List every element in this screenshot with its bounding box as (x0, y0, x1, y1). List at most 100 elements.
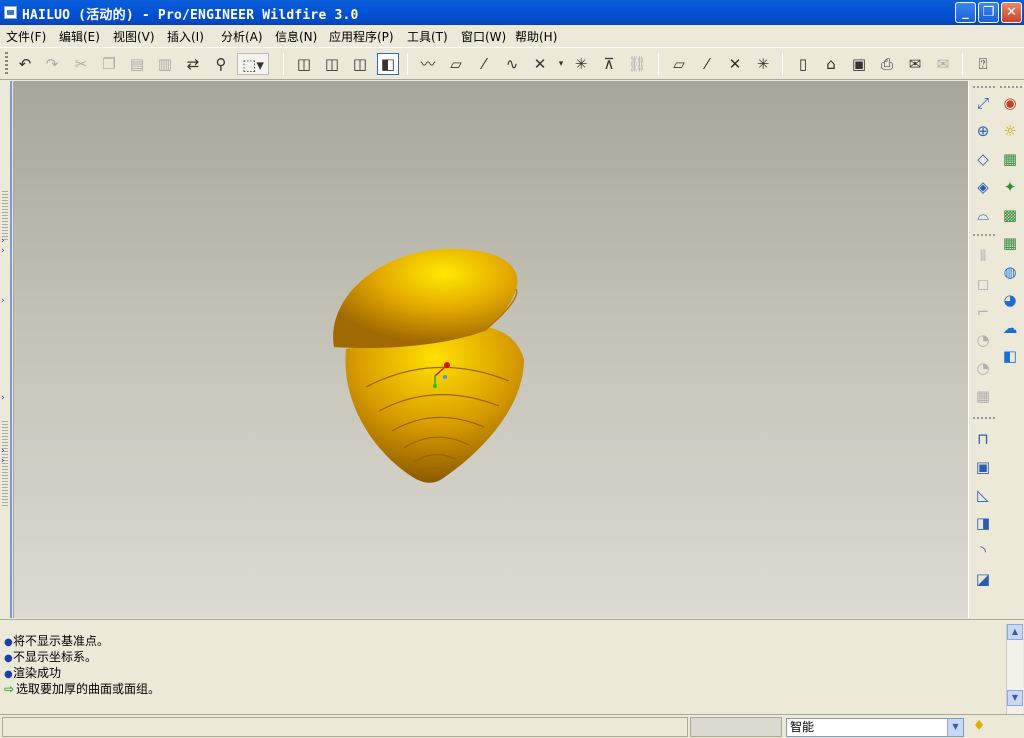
menu-file[interactable]: 文件(F) (6, 28, 46, 45)
open-file-icon[interactable]: ⌂ (820, 53, 842, 75)
wireframe-icon[interactable]: ◫ (293, 53, 315, 75)
save-icon[interactable]: ▣ (848, 53, 870, 75)
toolbar-grip[interactable] (973, 86, 995, 88)
sketch-view-icon[interactable]: ◈ (972, 176, 994, 198)
toolbar-separator (407, 53, 408, 75)
menu-insert[interactable]: 插入(I) (167, 28, 204, 45)
menu-view[interactable]: 视图(V) (113, 28, 155, 45)
chamfer-icon[interactable]: ◪ (972, 568, 994, 590)
close-icon: ✕ (1006, 5, 1017, 20)
menu-help[interactable]: 帮助(H) (515, 28, 557, 45)
shell-icon[interactable]: ▣ (972, 456, 994, 478)
rib-icon[interactable]: ◺ (972, 484, 994, 506)
menu-applications[interactable]: 应用程序(P) (329, 28, 394, 45)
room-editor-icon[interactable]: ▦ (999, 232, 1021, 254)
group-icon[interactable]: ▦ (972, 385, 994, 407)
find-icon[interactable]: ⚲ (210, 53, 232, 75)
redo-icon[interactable]: ↷ (41, 53, 63, 75)
photolux-icon[interactable]: ◕ (999, 289, 1021, 311)
render-window-icon[interactable]: ☁ (999, 317, 1021, 339)
no-hidden-icon[interactable]: ◫ (349, 53, 371, 75)
print-icon[interactable]: ⎙ (876, 53, 898, 75)
view-manager-icon[interactable]: ◇ (972, 148, 994, 170)
toolbar-grip[interactable] (1000, 86, 1022, 88)
datum-display-icon[interactable]: 〰 (417, 53, 439, 75)
close-button[interactable]: ✕ (1001, 2, 1022, 23)
point-display-icon[interactable]: ✕ (724, 53, 746, 75)
expand-navigator-icon[interactable]: › (1, 246, 8, 256)
undo-icon[interactable]: ↶ (14, 53, 36, 75)
new-file-icon[interactable]: ▯ (792, 53, 814, 75)
hidden-line-icon[interactable]: ◫ (321, 53, 343, 75)
menu-window[interactable]: 窗口(W) (461, 28, 506, 45)
extend-icon[interactable]: ◔ (972, 357, 994, 379)
scene-icon[interactable]: ▦ (999, 148, 1021, 170)
scroll-down-icon[interactable]: ▼ (1007, 690, 1023, 706)
menu-edit[interactable]: 编辑(E) (59, 28, 100, 45)
round-icon[interactable]: ◝ (972, 540, 994, 562)
copy-icon[interactable]: ❐ (98, 53, 120, 75)
message-scrollbar[interactable]: ▲ ▼ (1006, 624, 1023, 714)
render-setup-icon[interactable]: ✦ (999, 176, 1021, 198)
menu-info[interactable]: 信息(N) (275, 28, 317, 45)
expand-browser-icon[interactable]: › (1, 393, 8, 403)
info-bullet-icon: ● (4, 653, 13, 664)
mirror-icon[interactable]: ⫴ (972, 245, 994, 267)
expand-browser-icon[interactable]: › (1, 446, 8, 456)
scroll-up-icon[interactable]: ▲ (1007, 624, 1023, 640)
expand-navigator-icon[interactable]: › (1, 296, 8, 306)
maximize-button[interactable]: ❐ (978, 2, 999, 23)
toolbar-grip[interactable] (973, 417, 995, 419)
render-region-icon[interactable]: ▩ (999, 204, 1021, 226)
email-icon[interactable]: ✉ (904, 53, 926, 75)
analysis-feature-icon[interactable]: ⊼ (598, 53, 620, 75)
model-render[interactable] (14, 81, 968, 618)
graphics-window[interactable] (14, 81, 968, 618)
pattern-icon[interactable]: ◔ (972, 329, 994, 351)
paste-special-icon[interactable]: ▥ (154, 53, 176, 75)
shading-icon[interactable]: ◧ (377, 53, 399, 75)
link-icon[interactable]: ⛓ (626, 53, 648, 75)
title-bar: HAILUO (活动的) - Pro/ENGINEER Wildfire 3.0… (0, 0, 1024, 25)
toolbar-separator (283, 53, 284, 75)
selection-box-dropdown[interactable]: ⬚▾ (237, 53, 269, 75)
chevron-down-icon[interactable]: ▼ (947, 719, 963, 736)
expand-navigator-icon[interactable]: › (1, 236, 8, 246)
email-link-icon[interactable]: ✉ (932, 53, 954, 75)
regenerate-icon[interactable]: ⇄ (182, 53, 204, 75)
datum-point-icon[interactable]: ✕ (529, 53, 551, 75)
light-icon[interactable]: ☼ (999, 120, 1021, 142)
toolbar-grip[interactable] (5, 52, 8, 76)
datum-curve-icon[interactable]: ∿ (501, 53, 523, 75)
hole-icon[interactable]: ⊓ (972, 428, 994, 450)
axis-display-icon[interactable]: ⁄ (696, 53, 718, 75)
toolbar-grip[interactable] (973, 234, 995, 236)
shade-cube-icon[interactable]: ◧ (999, 345, 1021, 367)
paste-icon[interactable]: ▤ (126, 53, 148, 75)
spin-center-icon[interactable]: ⊕ (972, 120, 994, 142)
menu-analysis[interactable]: 分析(A) (221, 28, 263, 45)
app-icon[interactable] (4, 6, 17, 19)
csys-display-icon[interactable]: ✳ (752, 53, 774, 75)
cut-icon[interactable]: ✂ (70, 53, 92, 75)
menu-tools[interactable]: 工具(T) (407, 28, 448, 45)
datum-axis-icon[interactable]: ⁄ (473, 53, 495, 75)
context-help-icon[interactable]: ⍰ (972, 53, 994, 75)
selection-filter-select[interactable]: 智能 ▼ (786, 718, 964, 737)
minimize-button[interactable]: _ (955, 2, 976, 23)
datum-point-dropdown-icon[interactable]: ▾ (556, 53, 566, 75)
plane-display-icon[interactable]: ▱ (668, 53, 690, 75)
navigator-grip[interactable] (2, 191, 8, 241)
orient-icon[interactable]: ⤢ (972, 92, 994, 114)
navigator-sash[interactable] (10, 81, 12, 618)
draft-icon[interactable]: ◨ (972, 512, 994, 534)
appearance-icon[interactable]: ◉ (999, 92, 1021, 114)
globe-icon[interactable]: ◍ (999, 261, 1021, 283)
expand-browser-icon[interactable]: › (1, 456, 8, 466)
shell-body (345, 326, 524, 483)
coordinate-system-icon[interactable]: ✳ (570, 53, 592, 75)
trim-icon[interactable]: ⌐ (972, 301, 994, 323)
datum-plane-icon[interactable]: ▱ (445, 53, 467, 75)
boundary-blend-icon[interactable]: ⌓ (972, 204, 994, 226)
merge-icon[interactable]: ◻ (972, 273, 994, 295)
